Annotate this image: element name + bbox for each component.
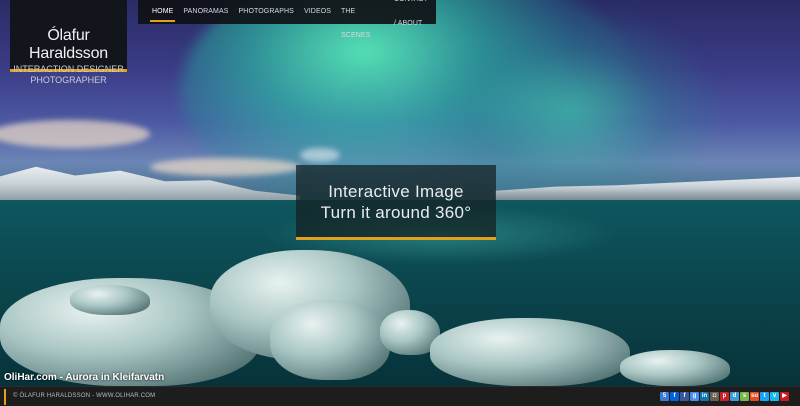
linkedin-icon[interactable]: in bbox=[700, 392, 709, 401]
site-logo[interactable]: Ólafur Haraldsson INTERACTION DESIGNER P… bbox=[10, 0, 127, 85]
instagram-icon[interactable]: ◘ bbox=[710, 392, 719, 401]
site-footer: © ÓLAFUR HARALDSSON - WWW.OLIHAR.COM 5ff… bbox=[0, 386, 800, 406]
footer-accent-bar bbox=[4, 389, 6, 405]
pinterest-icon[interactable]: p bbox=[720, 392, 729, 401]
footer-copyright: © ÓLAFUR HARALDSSON - WWW.OLIHAR.COM bbox=[13, 393, 156, 399]
site-tagline-2: PHOTOGRAPHER bbox=[30, 75, 107, 85]
cloud bbox=[300, 148, 340, 162]
ice-rock bbox=[620, 350, 730, 386]
twitter-icon[interactable]: t bbox=[760, 392, 769, 401]
ice-rock bbox=[70, 285, 150, 315]
nav-contact-about[interactable]: CONTACT / ABOUT bbox=[389, 0, 436, 36]
dribbble-icon[interactable]: d bbox=[730, 392, 739, 401]
smugmug-icon[interactable]: s bbox=[740, 392, 749, 401]
ice-rock bbox=[270, 300, 390, 380]
youtube-icon[interactable]: ▶ bbox=[780, 392, 789, 401]
googleplus-icon[interactable]: g bbox=[690, 392, 699, 401]
stumbleupon-icon[interactable]: su bbox=[750, 392, 759, 401]
nav-panoramas[interactable]: PANORAMAS bbox=[178, 0, 233, 24]
main-nav: HOME PANORAMAS PHOTOGRAPHS VIDEOS BEHIND… bbox=[138, 0, 436, 39]
facebook-icon[interactable]: f bbox=[680, 392, 689, 401]
site-tagline-1: INTERACTION DESIGNER bbox=[13, 64, 124, 74]
image-caption: OliHar.com - Aurora in Kleifarvatn bbox=[4, 372, 165, 383]
nav-behind-the-scenes[interactable]: BEHIND THE SCENES bbox=[336, 0, 389, 48]
nav-home[interactable]: HOME bbox=[147, 0, 178, 24]
flickr-icon[interactable]: f bbox=[670, 392, 679, 401]
500px-icon[interactable]: 5 bbox=[660, 392, 669, 401]
cloud bbox=[150, 158, 300, 176]
social-links: 5 f f g in ◘ p d s su t v ▶ bbox=[660, 392, 789, 401]
vimeo-icon[interactable]: v bbox=[770, 392, 779, 401]
nav-photographs[interactable]: PHOTOGRAPHS bbox=[234, 0, 299, 24]
cloud bbox=[0, 120, 150, 148]
nav-videos[interactable]: VIDEOS bbox=[299, 0, 336, 24]
overlay-title: Interactive Image bbox=[328, 182, 464, 201]
site-title: Ólafur Haraldsson bbox=[29, 27, 108, 62]
interactive-image-overlay[interactable]: Interactive Image Turn it around 360° bbox=[296, 165, 496, 240]
overlay-subtitle: Turn it around 360° bbox=[320, 203, 472, 222]
ice-rock bbox=[430, 318, 630, 386]
